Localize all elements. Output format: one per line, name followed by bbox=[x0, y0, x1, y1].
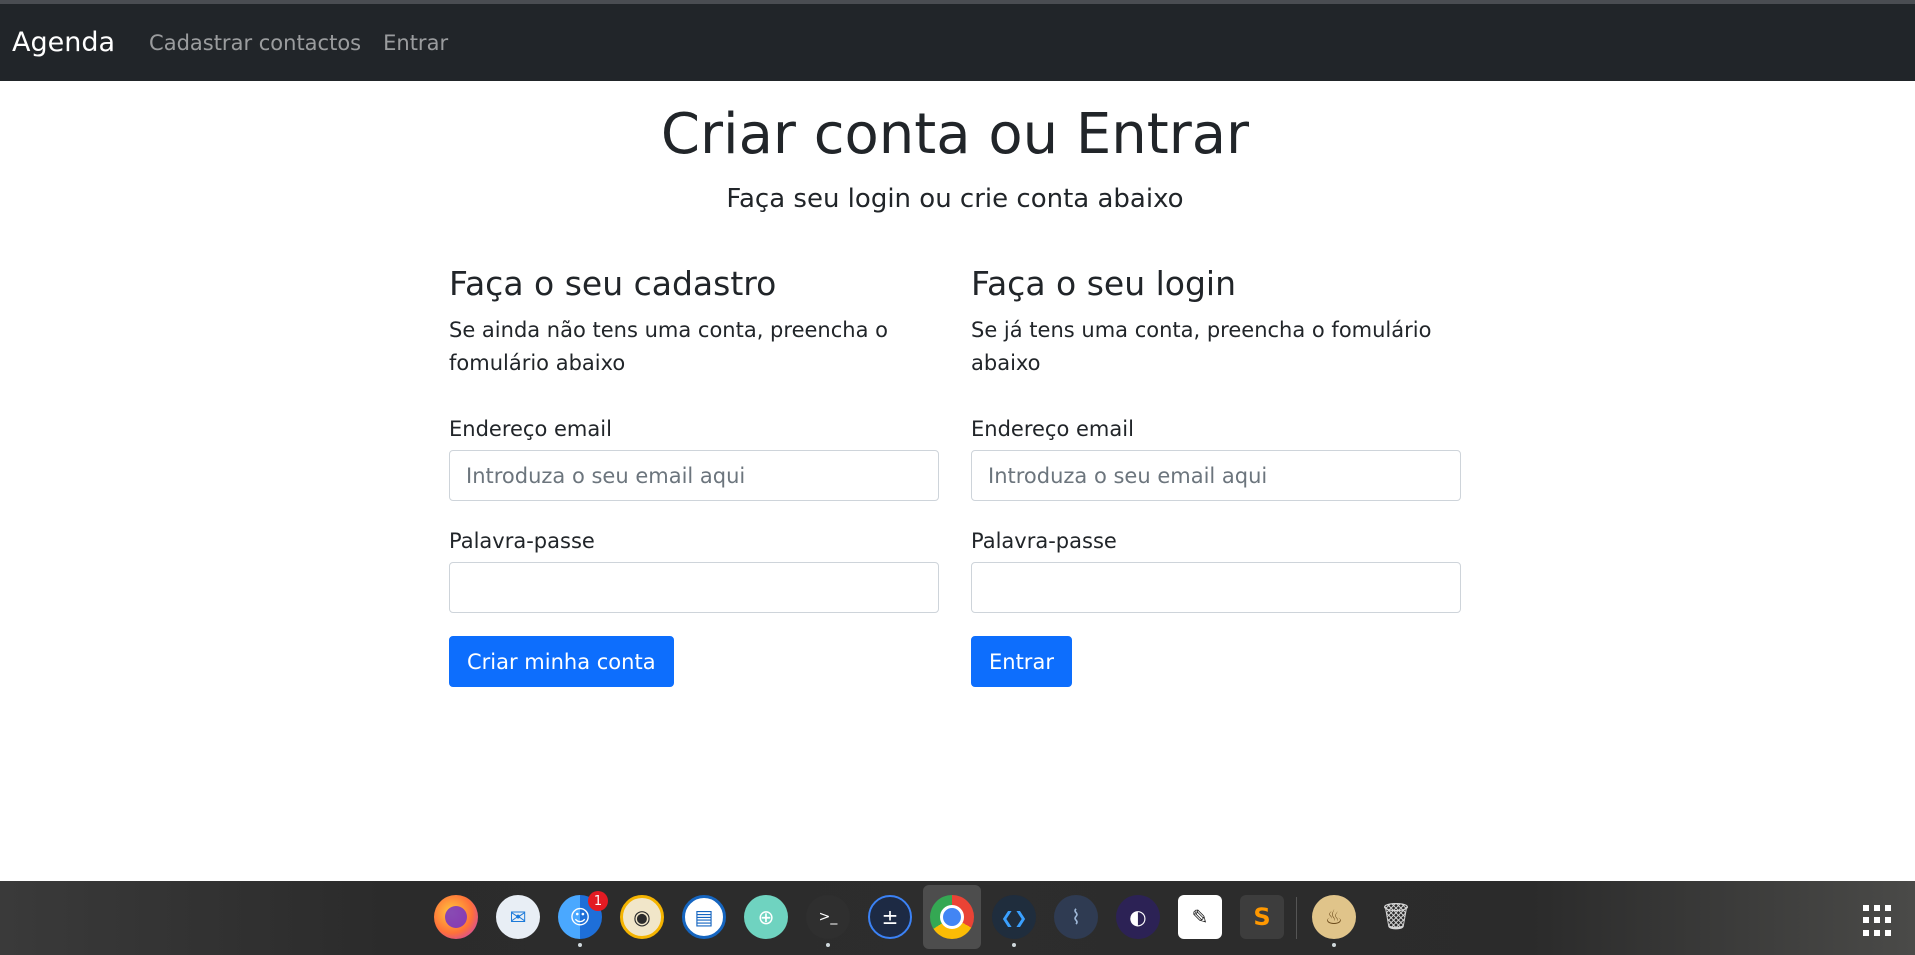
mysql-workbench-glyph: ⌇ bbox=[1071, 905, 1081, 929]
document-viewer-icon[interactable]: ▤ bbox=[682, 895, 726, 939]
login-description: Se já tens uma conta, preencha o fomulár… bbox=[971, 318, 1432, 375]
speaker-glyph: ◉ bbox=[633, 905, 651, 929]
login-section: Faça o seu login Se já tens uma conta, p… bbox=[971, 260, 1461, 687]
calculator-icon[interactable]: ± bbox=[868, 895, 912, 939]
create-account-button[interactable]: Criar minha conta bbox=[449, 636, 674, 687]
dock-separator bbox=[1296, 897, 1297, 939]
login-password-input[interactable] bbox=[971, 562, 1461, 613]
grid-dot bbox=[1863, 929, 1869, 936]
trash-glyph: 🗑 bbox=[1379, 902, 1413, 932]
running-indicator bbox=[578, 943, 582, 947]
grid-dot bbox=[1885, 929, 1891, 936]
sublime-text-icon[interactable]: S bbox=[1240, 895, 1284, 939]
trash-icon[interactable]: 🗑 bbox=[1374, 895, 1418, 939]
inkscape-glyph: ✎ bbox=[1191, 905, 1209, 929]
grid-dot bbox=[1885, 917, 1891, 924]
notification-badge: 1 bbox=[588, 891, 608, 911]
grid-dot bbox=[1874, 929, 1880, 936]
chrome-icon[interactable] bbox=[930, 895, 974, 939]
document-viewer-glyph: ▤ bbox=[694, 905, 714, 929]
signup-heading: Faça o seu cadastro bbox=[449, 264, 777, 303]
chrome-center bbox=[940, 905, 964, 929]
terminal-glyph: >_ bbox=[818, 909, 838, 925]
finder-icon[interactable]: ☺ 1 bbox=[558, 891, 608, 947]
sublime-text-glyph: S bbox=[1253, 903, 1271, 931]
grid-dot bbox=[1863, 917, 1869, 924]
login-button[interactable]: Entrar bbox=[971, 636, 1072, 687]
mail-glyph: ✉ bbox=[509, 905, 527, 929]
firefox-globe bbox=[445, 906, 467, 928]
speaker-icon[interactable]: ◉ bbox=[620, 895, 664, 939]
login-email-input[interactable] bbox=[971, 450, 1461, 501]
signup-section: Faça o seu cadastro Se ainda não tens um… bbox=[449, 260, 939, 687]
eclipse-glyph: ◐ bbox=[1129, 905, 1147, 929]
signup-password-input[interactable] bbox=[449, 562, 939, 613]
top-navbar: Agenda Cadastrar contactos Entrar bbox=[0, 4, 1915, 81]
vscode-icon[interactable]: ❮❯ bbox=[992, 895, 1036, 947]
mail-icon[interactable]: ✉ bbox=[496, 895, 540, 939]
inkscape-icon[interactable]: ✎ bbox=[1178, 895, 1222, 939]
calculator-glyph: ± bbox=[881, 905, 899, 929]
page-title: Criar conta ou Entrar bbox=[660, 102, 1250, 167]
mysql-workbench-icon[interactable]: ⌇ bbox=[1054, 895, 1098, 939]
signup-password-label: Palavra-passe bbox=[449, 529, 595, 553]
nav-link-entrar[interactable]: Entrar bbox=[383, 31, 448, 55]
running-indicator bbox=[1012, 943, 1016, 947]
login-password-label: Palavra-passe bbox=[971, 529, 1117, 553]
firefox-icon[interactable] bbox=[434, 895, 478, 939]
login-email-label: Endereço email bbox=[971, 417, 1134, 441]
archive-icon[interactable]: ♨ bbox=[1312, 895, 1356, 947]
vscode-glyph: ❮❯ bbox=[1000, 907, 1028, 927]
navbar-brand[interactable]: Agenda bbox=[12, 27, 115, 58]
help-lifebuoy-glyph: ⊕ bbox=[757, 905, 775, 929]
grid-dot bbox=[1874, 905, 1880, 911]
grid-dot bbox=[1885, 905, 1891, 911]
taskbar-dock: ✉ ☺ 1 ◉ ▤ ⊕ >_ ± ❮❯ ⌇ ◐ ✎ S ♨ 🗑 bbox=[0, 881, 1915, 955]
nav-link-cadastrar-contactos[interactable]: Cadastrar contactos bbox=[149, 31, 361, 55]
grid-dot bbox=[1874, 917, 1880, 924]
finder-glyph: ☺ bbox=[569, 905, 591, 929]
running-indicator bbox=[826, 943, 830, 947]
archive-glyph: ♨ bbox=[1325, 905, 1343, 929]
show-applications-icon[interactable] bbox=[1863, 905, 1895, 937]
eclipse-icon[interactable]: ◐ bbox=[1116, 895, 1160, 939]
running-indicator bbox=[1332, 943, 1336, 947]
signup-email-label: Endereço email bbox=[449, 417, 612, 441]
signup-description: Se ainda não tens uma conta, preencha o … bbox=[449, 318, 888, 375]
page-subtitle: Faça seu login ou crie conta abaixo bbox=[726, 184, 1184, 214]
signup-email-input[interactable] bbox=[449, 450, 939, 501]
help-lifebuoy-icon[interactable]: ⊕ bbox=[744, 895, 788, 939]
terminal-icon[interactable]: >_ bbox=[806, 895, 850, 947]
grid-dot bbox=[1863, 905, 1869, 911]
login-heading: Faça o seu login bbox=[971, 264, 1236, 303]
